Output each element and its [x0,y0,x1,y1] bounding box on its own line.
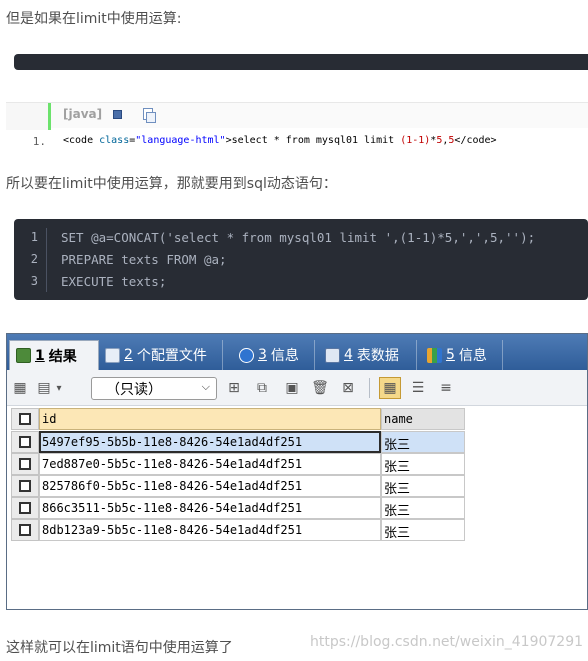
line-number: 3 [30,274,38,288]
watermark-url: https://blog.csdn.net/weixin_41907291 [310,634,584,650]
cell-name[interactable]: 张三 [381,431,465,453]
code-text: EXECUTE texts; [61,274,167,289]
paragraph-dynamic-sql: 所以要在limit中使用运算，那就要用到sql动态语句： [6,176,337,192]
code-line: 1 SET @a=CONCAT('select * from mysql01 l… [14,230,588,252]
info-icon [239,347,254,363]
empty-code-bar [14,54,588,70]
result-toolbar: ▦ ▤ ▾ （只读） ⌵ ⊞ ⧉ ▣ 🗑 ⊠ ▦ ☰ ≡ [7,370,587,406]
tab-label: 结果 [48,348,77,365]
table-row[interactable]: 7ed887e0-5b5c-11e8-8426-54e1ad4df251 张三 [11,453,465,475]
tab-number: 5 [446,347,455,363]
chevron-down-icon: ⌵ [201,380,210,393]
row-checkbox[interactable] [11,497,39,519]
select-value: （只读） [106,382,162,398]
tab-result[interactable]: 1 结果 [9,340,99,370]
tab-number: 2 [124,347,133,363]
paragraph-conclusion: 这样就可以在limit语句中使用运算了 [6,640,233,656]
line-number: 1 [30,230,38,244]
legacy-code-text: <code class="language-html">select * fro… [63,135,497,146]
tab-number: 4 [344,347,353,363]
cell-name[interactable]: 张三 [381,519,465,541]
cell-name[interactable]: 张三 [381,497,465,519]
code-text: PREPARE texts FROM @a; [61,252,227,267]
table-row[interactable]: 825786f0-5b5c-11e8-8426-54e1ad4df251 张三 [11,475,465,497]
insert-row-icon[interactable]: ⊞ [225,379,243,397]
toolbar-divider [369,378,370,398]
table-result-icon [16,348,31,363]
line-number: 2 [30,252,38,266]
tab-info[interactable]: 3 信息 [233,340,315,370]
cell-id[interactable]: 7ed887e0-5b5c-11e8-8426-54e1ad4df251 [39,453,381,475]
tab-number: 3 [258,347,267,363]
profile-icon [105,347,120,363]
cell-id[interactable]: 825786f0-5b5c-11e8-8426-54e1ad4df251 [39,475,381,497]
row-checkbox[interactable] [11,519,39,541]
code-token: </code> [454,135,497,146]
cell-id[interactable]: 5497ef95-5b5b-11e8-8426-54e1ad4df251 [39,431,381,453]
cell-name[interactable]: 张三 [381,475,465,497]
cell-id[interactable]: 8db123a9-5b5c-11e8-8426-54e1ad4df251 [39,519,381,541]
tab-label: 表数据 [356,348,399,364]
code-token: "language-html" [135,135,226,146]
row-checkbox[interactable] [11,475,39,497]
tab-label: 信息 [458,348,487,364]
tab-label: 个配置文件 [136,348,207,364]
view-plain-icon[interactable] [113,110,122,119]
duplicate-row-icon[interactable]: ⧉ [253,379,271,397]
form-view-icon[interactable]: ☰ [409,379,427,397]
code-token: <code [63,135,100,146]
refresh-table-icon[interactable]: ⊠ [339,379,357,397]
tab-profile[interactable]: 2 个配置文件 [99,340,223,370]
code-token: class [99,135,130,146]
row-checkbox[interactable] [11,453,39,475]
column-header-id[interactable]: id [39,408,381,430]
result-tab-bar: 1 结果 2 个配置文件 3 信息 4 表数据 5 信息 [7,334,587,370]
copy-icon[interactable] [143,108,156,123]
query-result-window: 1 结果 2 个配置文件 3 信息 4 表数据 5 信息 ▦ ▤ ▾ （只读） ⌵ ⊞ ⧉… [6,333,588,610]
tab-label: 信息 [270,348,299,364]
cell-id[interactable]: 866c3511-5b5c-11e8-8426-54e1ad4df251 [39,497,381,519]
tab-info-2[interactable]: 5 信息 [421,340,503,370]
row-checkbox[interactable] [11,431,39,453]
table-row[interactable]: 5497ef95-5b5b-11e8-8426-54e1ad4df251 张三 [11,431,465,453]
code-language-label[interactable]: [java] [63,107,102,121]
legacy-code-box: [java] 1. <code class="language-html">se… [6,102,588,152]
paragraph-limit-calc: 但是如果在limit中使用运算: [6,11,182,27]
select-all-checkbox[interactable] [11,408,39,430]
read-only-select[interactable]: （只读） ⌵ [91,377,217,400]
column-header-name[interactable]: name [381,408,465,430]
table-row[interactable]: 8db123a9-5b5c-11e8-8426-54e1ad4df251 张三 [11,519,465,541]
chevron-down-icon[interactable]: ▾ [53,379,65,397]
add-row-icon[interactable]: ▦ [11,379,29,397]
table-data-icon [325,347,340,363]
cell-name[interactable]: 张三 [381,453,465,475]
table-row[interactable]: 866c3511-5b5c-11e8-8426-54e1ad4df251 张三 [11,497,465,519]
export-icon[interactable]: ▤ [35,379,53,397]
info-color-icon [427,347,442,363]
tab-number: 1 [35,347,45,364]
trash-icon[interactable]: 🗑 [311,379,329,397]
code-token: >select * from mysql01 limit [225,135,401,146]
sql-code-block: 1 SET @a=CONCAT('select * from mysql01 l… [14,219,588,300]
line-number: 1. [32,135,46,148]
grid-header-row: id name [11,408,465,430]
save-icon[interactable]: ▣ [283,379,301,397]
code-line: 3 EXECUTE texts; [14,274,588,296]
tab-table-data[interactable]: 4 表数据 [319,340,417,370]
legacy-code-line: 1. <code class="language-html">select * … [6,130,588,152]
grid-view-icon[interactable]: ▦ [379,377,401,399]
code-line: 2 PREPARE texts FROM @a; [14,252,588,274]
code-token: (1-1) [400,135,431,146]
text-view-icon[interactable]: ≡ [437,379,455,397]
code-text: SET @a=CONCAT('select * from mysql01 lim… [61,230,536,245]
